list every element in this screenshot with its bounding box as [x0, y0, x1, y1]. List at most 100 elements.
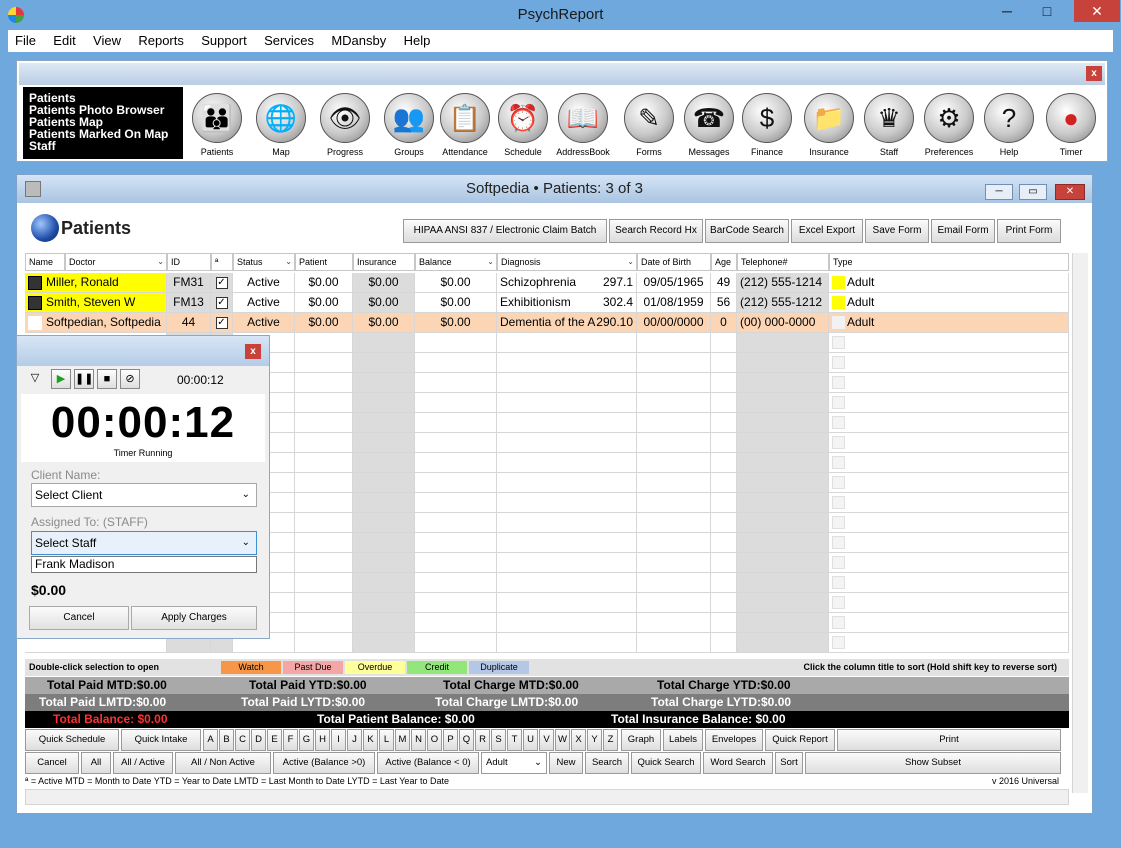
cell-balance[interactable]: [415, 633, 497, 653]
cell-patient[interactable]: [295, 633, 353, 653]
cell-diagnosis[interactable]: Exhibitionism 302.4: [497, 293, 637, 313]
column-header-10[interactable]: Age: [711, 253, 737, 271]
cell-insurance[interactable]: [353, 473, 415, 493]
cell-insurance[interactable]: [353, 513, 415, 533]
toolbar-help-button[interactable]: ? Help: [979, 93, 1039, 163]
letter-filter-a[interactable]: A: [203, 729, 218, 751]
staff-select[interactable]: Select Staff ⌄: [31, 531, 257, 555]
cell-phone[interactable]: [737, 633, 829, 653]
cell-phone[interactable]: [737, 513, 829, 533]
cell-patient[interactable]: [295, 493, 353, 513]
close-window-button[interactable]: ✕: [1074, 0, 1120, 22]
active-checkbox[interactable]: ✓: [215, 316, 228, 329]
cell-type[interactable]: [829, 633, 1069, 653]
search-record-hx-button[interactable]: Search Record Hx: [609, 219, 703, 243]
cell-insurance[interactable]: [353, 613, 415, 633]
print-form-button[interactable]: Print Form: [997, 219, 1061, 243]
cell-balance[interactable]: [415, 493, 497, 513]
letter-filter-g[interactable]: G: [299, 729, 314, 751]
column-header-5[interactable]: Patient: [295, 253, 353, 271]
cell-age[interactable]: [711, 413, 737, 433]
play-button[interactable]: ▶: [51, 369, 71, 389]
cell-age[interactable]: [711, 533, 737, 553]
letter-filter-u[interactable]: U: [523, 729, 538, 751]
cell-patient[interactable]: [295, 373, 353, 393]
cell-patient[interactable]: [295, 613, 353, 633]
cell-age[interactable]: 0: [711, 313, 737, 333]
cell-diagnosis[interactable]: [497, 473, 637, 493]
active-checkbox[interactable]: ✓: [215, 296, 228, 309]
save-form-button[interactable]: Save Form: [865, 219, 929, 243]
cell-age[interactable]: 49: [711, 273, 737, 293]
cell-name[interactable]: Miller, Ronald: [25, 273, 167, 293]
cell-balance[interactable]: [415, 533, 497, 553]
minimize-button[interactable]: ─: [990, 0, 1024, 22]
cell-age[interactable]: [711, 593, 737, 613]
cell-id[interactable]: FM31: [167, 273, 211, 293]
letter-filter-l[interactable]: L: [379, 729, 394, 751]
cell-insurance[interactable]: [353, 493, 415, 513]
cell-name[interactable]: Smith, Steven W: [25, 293, 167, 313]
collapse-icon[interactable]: ▽: [25, 369, 45, 389]
cell-type[interactable]: [829, 553, 1069, 573]
cell-patient[interactable]: [295, 593, 353, 613]
column-header-1[interactable]: Doctor ⌄: [65, 253, 167, 271]
vertical-scrollbar[interactable]: [1072, 253, 1088, 793]
cell-insurance[interactable]: [353, 333, 415, 353]
cell-type[interactable]: [829, 533, 1069, 553]
cell-type[interactable]: [829, 433, 1069, 453]
cell-patient[interactable]: [295, 453, 353, 473]
cell-diagnosis[interactable]: Schizophrenia 297.1: [497, 273, 637, 293]
table-row[interactable]: Softpedian, Softpedia 44 ✓ Active $0.00 $0.00…: [25, 313, 1069, 333]
cell-phone[interactable]: [737, 573, 829, 593]
cell-balance[interactable]: [415, 433, 497, 453]
letter-filter-p[interactable]: P: [443, 729, 458, 751]
cell-dob[interactable]: [637, 373, 711, 393]
cell-age[interactable]: 56: [711, 293, 737, 313]
child-restore-button[interactable]: ▭: [1019, 184, 1047, 200]
cell-insurance[interactable]: [353, 393, 415, 413]
menu-help[interactable]: Help: [397, 30, 438, 52]
cell-diagnosis[interactable]: [497, 613, 637, 633]
cell-patient[interactable]: [295, 393, 353, 413]
cell-diagnosis[interactable]: [497, 453, 637, 473]
cell-insurance[interactable]: [353, 353, 415, 373]
cell-status[interactable]: Active: [233, 273, 295, 293]
column-header-7[interactable]: Balance ⌄: [415, 253, 497, 271]
letter-filter-j[interactable]: J: [347, 729, 362, 751]
cell-dob[interactable]: [637, 433, 711, 453]
cell-dob[interactable]: 01/08/1959: [637, 293, 711, 313]
letter-filter-s[interactable]: S: [491, 729, 506, 751]
cell-diagnosis[interactable]: [497, 553, 637, 573]
cell-phone[interactable]: [737, 593, 829, 613]
column-header-9[interactable]: Date of Birth: [637, 253, 711, 271]
letter-filter-o[interactable]: O: [427, 729, 442, 751]
cell-dob[interactable]: [637, 633, 711, 653]
cell-age[interactable]: [711, 613, 737, 633]
toolbar-map-button[interactable]: 🌐 Map: [251, 93, 311, 163]
quick-schedule-button[interactable]: Quick Schedule: [25, 729, 119, 751]
cell-balance[interactable]: [415, 613, 497, 633]
column-header-8[interactable]: Diagnosis ⌄: [497, 253, 637, 271]
stop-button[interactable]: ■: [97, 369, 117, 389]
cell-type[interactable]: [829, 413, 1069, 433]
cell-chk[interactable]: ✓: [211, 293, 233, 313]
menu-services[interactable]: Services: [257, 30, 321, 52]
cell-age[interactable]: [711, 553, 737, 573]
cell-age[interactable]: [711, 333, 737, 353]
menu-support[interactable]: Support: [194, 30, 254, 52]
email-form-button[interactable]: Email Form: [931, 219, 995, 243]
cell-type[interactable]: [829, 333, 1069, 353]
cell-insurance[interactable]: [353, 573, 415, 593]
quick-search-button[interactable]: Quick Search: [631, 752, 701, 774]
cell-type[interactable]: [829, 373, 1069, 393]
cell-diagnosis[interactable]: [497, 433, 637, 453]
cell-insurance[interactable]: $0.00: [353, 313, 415, 333]
cell-phone[interactable]: [737, 473, 829, 493]
cell-type[interactable]: Adult: [829, 313, 1069, 333]
print-button[interactable]: Print: [837, 729, 1061, 751]
timer-cancel-button[interactable]: Cancel: [29, 606, 129, 630]
cell-balance[interactable]: [415, 333, 497, 353]
cell-type[interactable]: [829, 573, 1069, 593]
cell-phone[interactable]: [737, 613, 829, 633]
